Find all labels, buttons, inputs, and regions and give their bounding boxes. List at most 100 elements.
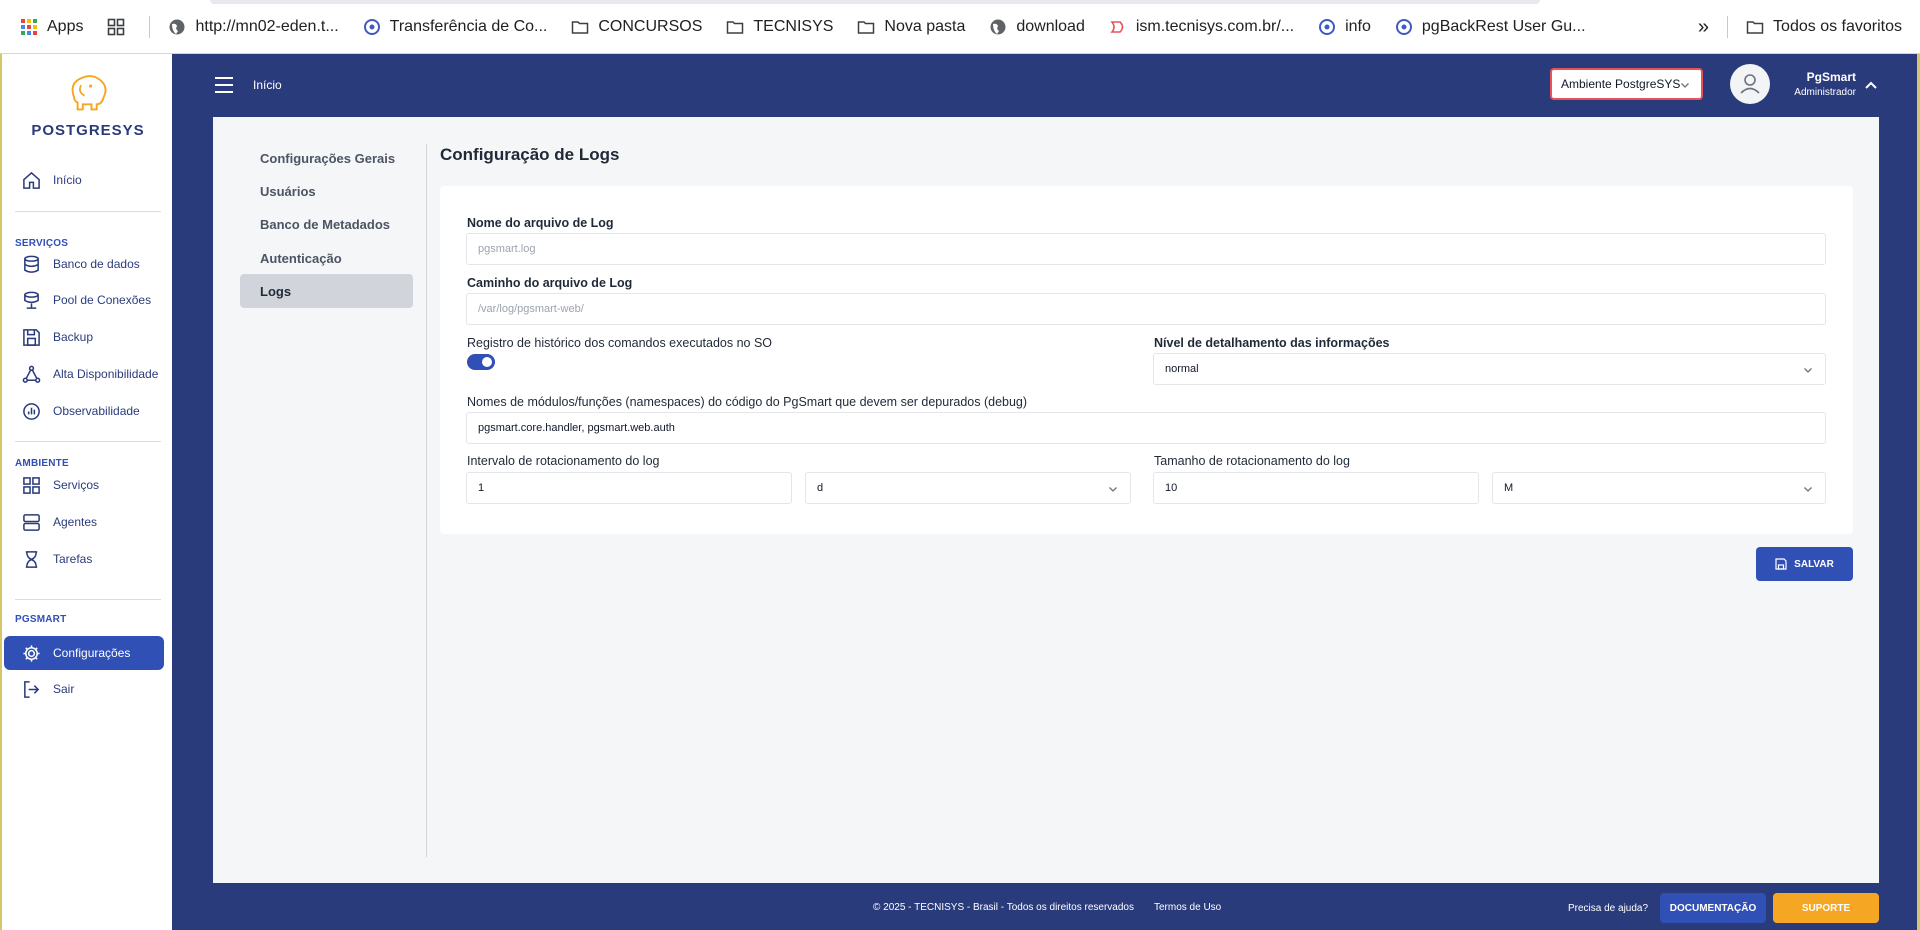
sidebar-item-inicio[interactable]: Início [4,163,164,197]
main-content: Configurações Gerais Usuários Banco de M… [213,117,1879,883]
bookmark-label: ism.tecnisys.com.br/... [1135,17,1295,35]
bookmark-label: CONCURSOS [598,17,703,35]
bookmark-label: Nova pasta [884,17,966,35]
bookmarks-bar: Apps http://mn02-eden.t... Transferência… [0,0,1920,54]
bookmark-label: http://mn02-eden.t... [195,17,339,35]
site-icon [1110,20,1124,33]
bookmark-transferencia[interactable]: Transferência de Co... [363,17,548,36]
chevron-down-icon [1109,487,1117,492]
sidebar-divider [15,211,161,212]
user-role: Administrador [1794,87,1856,98]
terms-link[interactable]: Termos de Uso [1154,902,1221,913]
save-button[interactable]: SALVAR [1756,547,1853,581]
gear-icon [23,644,40,662]
sidebar-item-label: Banco de dados [53,257,140,271]
sidebar-item-tarefas[interactable]: Tarefas [4,542,164,576]
sidebar-item-sair[interactable]: Sair [4,672,164,706]
rotation-size-unit-value: M [1504,482,1514,494]
site-icon [1395,18,1412,35]
footer: © 2025 - TECNISYS - Brasil - Todos os di… [172,883,1920,930]
detail-level-select[interactable]: normal [1153,353,1826,385]
page-title: Configuração de Logs [440,145,620,164]
chevron-up-icon[interactable] [1864,78,1878,92]
rotation-interval-input[interactable]: 1 [466,472,792,504]
sidebar-item-configuracoes[interactable]: Configurações [4,636,164,670]
documentation-button[interactable]: DOCUMENTAÇÃO [1660,893,1766,923]
folder-icon [727,20,744,34]
globe-icon [169,19,185,34]
bookmark-separator [149,15,151,38]
rotation-size-unit-select[interactable]: M [1492,472,1826,504]
folder-icon [858,20,875,34]
hamburger-menu-icon[interactable] [214,76,234,94]
bookmark-shortcuts[interactable] [107,18,125,36]
sidebar-item-label: Tarefas [53,552,93,566]
hourglass-icon [25,550,38,568]
sidebar-item-alta-disponibilidade[interactable]: Alta Disponibilidade [4,357,164,391]
sidebar-section-pgsmart: PGSMART [15,614,67,625]
elephant-logo-icon [71,75,107,111]
more-bookmarks-button[interactable]: » [1698,16,1709,39]
bookmark-ism-tecnisys[interactable]: ism.tecnisys.com.br/... [1109,18,1294,36]
save-button-label: SALVAR [1794,558,1834,570]
site-icon [363,18,380,35]
bookmark-apps[interactable]: Apps [20,18,83,36]
globe-icon [990,19,1006,34]
top-header: Início Ambiente PostgreSYS PgSmart Admin… [172,54,1920,117]
rotation-size-input[interactable]: 10 [1153,472,1479,504]
sidebar-item-agentes[interactable]: Agentes [4,505,164,539]
cluster-nodes-icon [22,365,41,383]
sidebar-item-label: Observabilidade [53,404,140,418]
save-disk-icon [1775,558,1787,570]
sidebar-item-label: Agentes [53,515,98,529]
chevron-down-icon [1804,487,1812,492]
bookmark-label: Transferência de Co... [389,17,548,35]
support-button[interactable]: SUPORTE [1773,893,1879,923]
settings-nav-autenticacao[interactable]: Autenticação [240,241,413,275]
environment-select[interactable]: Ambiente PostgreSYS [1550,68,1703,100]
sidebar-item-label: Serviços [53,478,100,492]
rotation-interval-unit-select[interactable]: d [805,472,1131,504]
sidebar-item-label: Configurações [53,646,131,660]
services-grid-icon [23,476,40,494]
bookmark-nova-pasta[interactable]: Nova pasta [857,18,965,36]
bookmark-info[interactable]: info [1318,18,1371,36]
log-file-path-input[interactable]: /var/log/pgsmart-web/ [466,293,1826,325]
all-bookmarks-button[interactable]: Todos os favoritos [1746,18,1902,36]
avatar[interactable] [1730,64,1770,104]
settings-nav-logs[interactable]: Logs [240,274,413,308]
bookmarks-right: » Todos os favoritos [1698,0,1902,54]
bookmark-separator [1727,16,1729,38]
postgresys-logo[interactable]: POSTGRESYS [16,70,160,140]
bookmark-concursos[interactable]: CONCURSOS [571,18,702,36]
settings-nav-metadados[interactable]: Banco de Metadados [240,207,413,241]
sidebar-item-label: Início [53,173,82,187]
connection-pool-icon [24,291,39,309]
bookmark-label: Todos os favoritos [1773,18,1902,35]
sidebar-item-servicos[interactable]: Serviços [4,468,164,502]
bookmark-pgbackrest[interactable]: pgBackRest User Gu... [1395,18,1586,36]
bookmark-mn02-eden[interactable]: http://mn02-eden.t... [168,17,339,36]
log-config-form: Nome do arquivo de Log pgsmart.log Camin… [440,186,1853,534]
history-toggle[interactable] [467,354,495,370]
settings-nav-usuarios[interactable]: Usuários [240,174,413,208]
sidebar-item-banco-de-dados[interactable]: Banco de dados [4,247,164,281]
history-label: Registro de histórico dos comandos execu… [467,336,773,350]
save-disk-icon [23,328,40,346]
logout-icon [24,680,40,698]
bookmark-label: TECNISYS [753,17,834,35]
settings-nav-geral[interactable]: Configurações Gerais [240,141,413,175]
sidebar-item-label: Pool de Conexões [53,293,152,307]
apps-grid-icon [21,18,37,35]
user-name: PgSmart [1806,70,1856,84]
sidebar-item-observabilidade[interactable]: Observabilidade [4,394,164,428]
log-file-name-input[interactable]: pgsmart.log [466,233,1826,265]
sidebar-item-label: Sair [53,682,75,696]
sidebar-item-backup[interactable]: Backup [4,320,164,354]
log-file-name-label: Nome do arquivo de Log [467,216,614,230]
folder-icon [572,20,589,34]
debug-modules-input[interactable]: pgsmart.core.handler, pgsmart.web.auth [466,412,1826,444]
sidebar-item-pool-de-conexoes[interactable]: Pool de Conexões [4,283,164,317]
bookmark-download[interactable]: download [989,18,1085,36]
bookmark-tecnisys[interactable]: TECNISYS [726,18,833,36]
